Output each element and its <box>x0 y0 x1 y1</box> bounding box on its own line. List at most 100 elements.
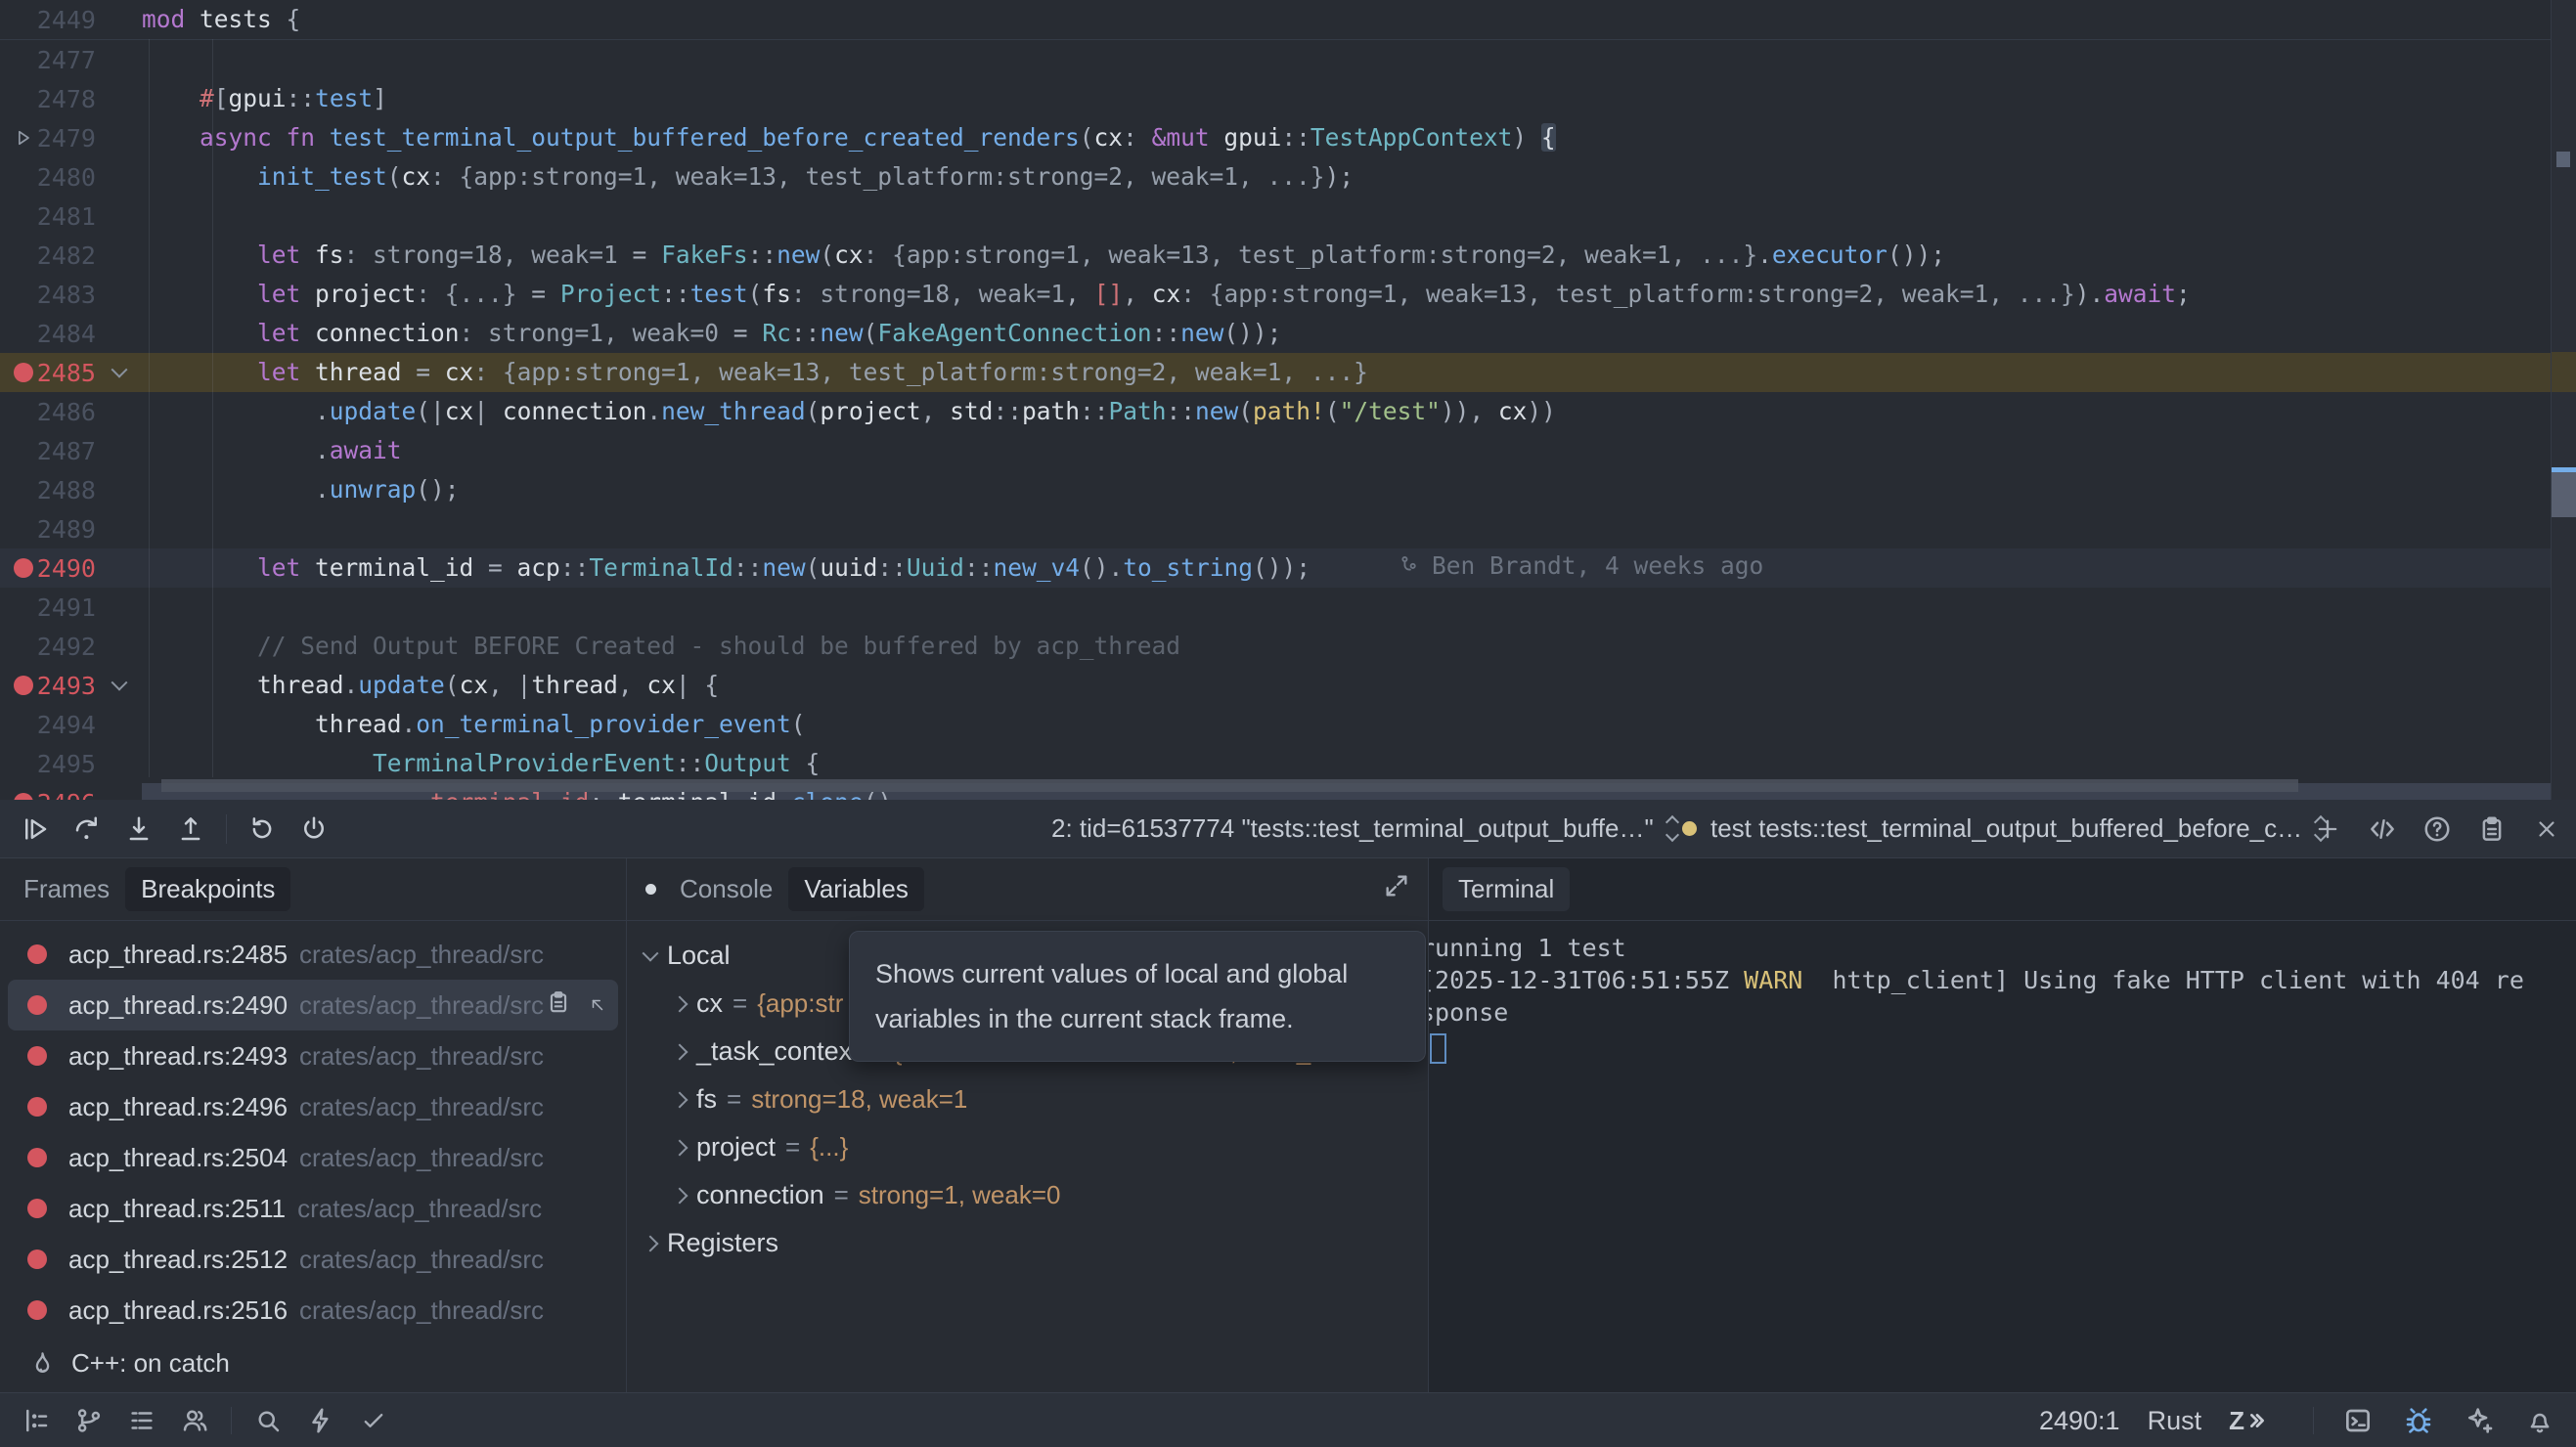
code-line[interactable]: 2489 <box>0 509 2576 548</box>
language-selector[interactable]: Rust <box>2148 1406 2202 1436</box>
line-gutter[interactable]: 2477 <box>0 46 142 74</box>
tab-frames[interactable]: Frames <box>8 867 125 911</box>
assistant-button[interactable] <box>2463 1404 2496 1437</box>
edit-config-button[interactable] <box>2367 813 2398 845</box>
line-gutter[interactable]: 2495 <box>0 750 142 778</box>
breakpoint-dot[interactable] <box>27 944 47 964</box>
expand-panel-button[interactable] <box>1383 872 1410 906</box>
step-over-button[interactable] <box>70 812 104 846</box>
breakpoint-dot[interactable] <box>27 1199 47 1218</box>
log-breakpoint-button[interactable] <box>546 989 571 1022</box>
breakpoint-dot[interactable] <box>14 558 33 578</box>
variable-chevron[interactable] <box>663 1046 696 1058</box>
breakpoint-dot[interactable] <box>14 363 33 382</box>
code-editor[interactable]: 2449mod tests {24772478 #[gpui::test]247… <box>0 0 2576 801</box>
code-line[interactable]: 2488 .unwrap(); <box>0 470 2576 509</box>
edit-prediction-button[interactable]: Z <box>2229 1406 2266 1436</box>
code-line[interactable]: 2483 let project: {...} = Project::test(… <box>0 275 2576 314</box>
breakpoint-marker[interactable] <box>12 363 35 382</box>
code-line[interactable]: 2492 // Send Output BEFORE Created - sho… <box>0 627 2576 666</box>
project-panel-button[interactable] <box>20 1404 53 1437</box>
code-line[interactable]: 2482 let fs: strong=18, weak=1 = FakeFs:… <box>0 236 2576 275</box>
tab-terminal[interactable]: Terminal <box>1443 867 1570 911</box>
line-gutter[interactable]: 2449 <box>0 6 142 34</box>
breakpoint-row[interactable]: acp_thread.rs:2511crates/acp_thread/src <box>8 1183 618 1234</box>
step-into-button[interactable] <box>122 812 155 846</box>
horizontal-scrollbar[interactable] <box>161 779 2298 792</box>
notifications-button[interactable] <box>2523 1404 2556 1437</box>
new-session-button[interactable] <box>2312 813 2343 845</box>
search-button[interactable] <box>251 1404 285 1437</box>
session-log-button[interactable] <box>2476 813 2508 845</box>
line-gutter[interactable]: 2478 <box>0 85 142 113</box>
line-gutter[interactable]: 2481 <box>0 202 142 231</box>
goto-breakpoint-button[interactable] <box>589 990 606 1021</box>
breakpoint-row[interactable]: acp_thread.rs:2490crates/acp_thread/src <box>8 980 618 1030</box>
code-line[interactable]: 2485 let thread = cx: {app:strong=1, wea… <box>0 353 2576 392</box>
variable-chevron[interactable] <box>663 998 696 1010</box>
variable-row[interactable]: project={...} <box>626 1123 1428 1171</box>
line-gutter[interactable]: 2493 <box>0 672 142 700</box>
breakpoint-row[interactable]: acp_thread.rs:2493crates/acp_thread/src <box>8 1030 618 1081</box>
debugger-toggle-button[interactable] <box>2402 1404 2435 1437</box>
line-gutter[interactable]: 2479 <box>0 124 142 153</box>
tab-variables[interactable]: Variables <box>788 867 923 911</box>
test-dropdown[interactable]: test tests::test_terminal_output_buffere… <box>1682 800 2326 857</box>
run-test-button[interactable] <box>12 128 35 148</box>
code-line[interactable]: 2493 thread.update(cx, |thread, cx| { <box>0 666 2576 705</box>
code-line[interactable]: 2477 <box>0 40 2576 79</box>
diagnostics-button[interactable] <box>357 1404 390 1437</box>
breakpoint-row[interactable]: acp_thread.rs:2496crates/acp_thread/src <box>8 1081 618 1132</box>
breakpoint-marker[interactable] <box>12 793 35 801</box>
line-gutter[interactable]: 2483 <box>0 281 142 309</box>
breakpoint-row[interactable]: acp_thread.rs:2504crates/acp_thread/src <box>8 1132 618 1183</box>
variable-chevron[interactable] <box>663 1094 696 1106</box>
breakpoint-dot[interactable] <box>27 1148 47 1167</box>
variable-chevron[interactable] <box>634 1238 667 1250</box>
variable-chevron[interactable] <box>663 1190 696 1202</box>
vertical-scrollbar[interactable] <box>2551 0 2576 800</box>
code-line[interactable]: 2490 let terminal_id = acp::TerminalId::… <box>0 548 2576 588</box>
code-line[interactable]: 2479 async fn test_terminal_output_buffe… <box>0 118 2576 157</box>
breakpoint-dot[interactable] <box>27 1300 47 1320</box>
code-line[interactable]: 2484 let connection: strong=1, weak=0 = … <box>0 314 2576 353</box>
code-line[interactable]: 2495 TerminalProviderEvent::Output { <box>0 744 2576 783</box>
variable-row[interactable]: fs=strong=18, weak=1 <box>626 1075 1428 1123</box>
breakpoint-row[interactable]: acp_thread.rs:2485crates/acp_thread/src <box>8 929 618 980</box>
close-panel-button[interactable] <box>2531 813 2562 845</box>
breakpoint-marker[interactable] <box>12 558 35 578</box>
breakpoint-dot[interactable] <box>27 1250 47 1269</box>
code-line[interactable]: 2481 <box>0 197 2576 236</box>
line-gutter[interactable]: 2486 <box>0 398 142 426</box>
terminal-toggle-button[interactable] <box>2341 1404 2375 1437</box>
breakpoint-dot[interactable] <box>27 995 47 1015</box>
step-out-button[interactable] <box>174 812 207 846</box>
stop-button[interactable] <box>297 812 331 846</box>
variable-chevron[interactable] <box>634 950 667 962</box>
outline-panel-button[interactable] <box>125 1404 158 1437</box>
fold-chevron-icon[interactable] <box>111 362 127 378</box>
line-gutter[interactable]: 2492 <box>0 633 142 661</box>
line-gutter[interactable]: 2490 <box>0 554 142 583</box>
exception-breakpoint-row[interactable]: C++: on catch <box>0 1341 230 1384</box>
breakpoint-marker[interactable] <box>12 676 35 695</box>
scrollbar-thumb[interactable] <box>2552 472 2576 517</box>
line-gutter[interactable]: 2491 <box>0 593 142 622</box>
breakpoint-row[interactable]: acp_thread.rs:2516crates/acp_thread/src <box>8 1285 618 1336</box>
code-line[interactable]: 2491 <box>0 588 2576 627</box>
fold-chevron-icon[interactable] <box>111 675 127 691</box>
code-line[interactable]: 2480 init_test(cx: {app:strong=1, weak=1… <box>0 157 2576 197</box>
breakpoint-dot[interactable] <box>14 676 33 695</box>
line-gutter[interactable]: 2494 <box>0 711 142 739</box>
line-gutter[interactable]: 2487 <box>0 437 142 465</box>
line-gutter[interactable]: 2480 <box>0 163 142 192</box>
git-panel-button[interactable] <box>72 1404 106 1437</box>
tab-breakpoints[interactable]: Breakpoints <box>125 867 290 911</box>
line-gutter[interactable]: 2489 <box>0 515 142 544</box>
line-gutter[interactable]: 2485 <box>0 359 142 387</box>
continue-button[interactable] <box>19 812 52 846</box>
line-gutter[interactable]: 2496 <box>0 789 142 802</box>
session-dropdown[interactable]: 2: tid=61537774 "tests::test_terminal_ou… <box>1051 800 1677 857</box>
quick-actions-button[interactable] <box>304 1404 337 1437</box>
code-line[interactable]: 2487 .await <box>0 431 2576 470</box>
